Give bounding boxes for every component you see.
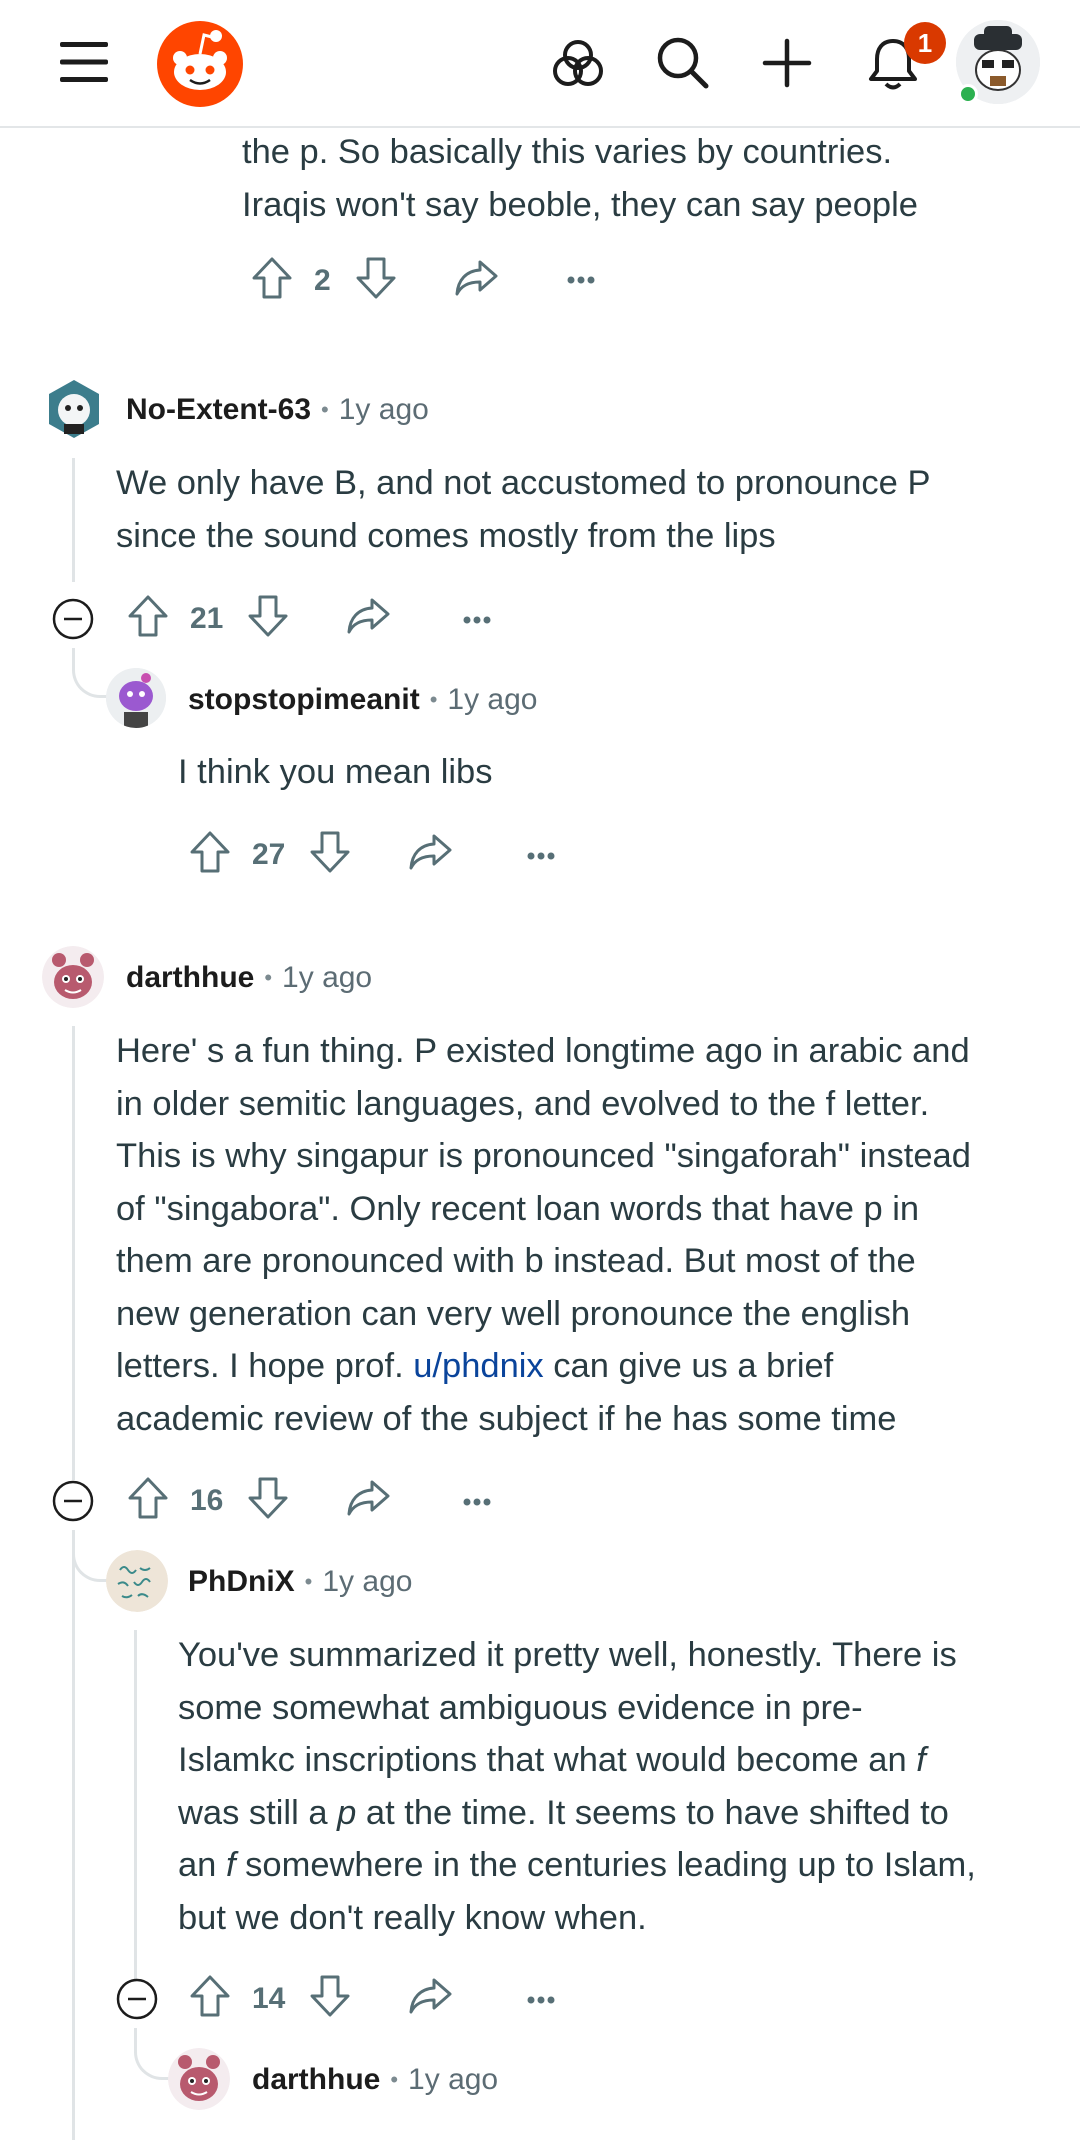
comment-actions: 21: [52, 592, 512, 652]
more-options-icon[interactable]: [462, 1494, 492, 1512]
vote-count: 14: [252, 1982, 286, 2015]
notification-badge: 1: [904, 22, 946, 64]
comment-body: You've summarized it pretty well, honest…: [178, 1636, 976, 1937]
comment-body: We only have B, and not accustomed to pr…: [116, 464, 931, 555]
more-options-icon[interactable]: [462, 612, 492, 630]
vote-count: 21: [190, 602, 224, 635]
avatar[interactable]: [106, 668, 166, 728]
thread-line[interactable]: [72, 1026, 75, 1480]
collapse-thread-icon[interactable]: [52, 1480, 94, 1527]
more-options-icon[interactable]: [566, 272, 596, 290]
explore-icon[interactable]: [552, 38, 604, 90]
share-icon[interactable]: [408, 832, 452, 877]
comment-actions: 16: [52, 1474, 512, 1534]
timestamp: 1y ago: [408, 2063, 499, 2096]
comment-meta: PhDniX • 1y ago: [188, 1562, 412, 1602]
hamburger-menu-icon[interactable]: [58, 40, 110, 84]
separator-dot: •: [304, 1569, 313, 1594]
share-icon[interactable]: [346, 596, 390, 641]
separator-dot: •: [264, 965, 273, 990]
separator-dot: •: [321, 397, 329, 422]
comment-meta: darthhue • 1y ago: [252, 2060, 498, 2100]
comment-body: Here' s a fun thing. P existed longtime …: [116, 1032, 971, 1438]
username[interactable]: PhDniX: [188, 1565, 295, 1599]
comment-meta: stopstopimeanit • 1y ago: [188, 680, 537, 720]
comment-meta: No-Extent-63 • 1y ago: [126, 390, 429, 430]
online-status-indicator: [958, 84, 978, 104]
upvote-arrow-icon[interactable]: [250, 254, 294, 307]
comment-body: the p. So basically this varies by count…: [242, 133, 918, 224]
more-options-icon[interactable]: [526, 1992, 556, 2010]
share-icon[interactable]: [454, 258, 498, 303]
upvote-arrow-icon[interactable]: [188, 1972, 232, 2025]
thread-branch: [72, 1530, 108, 1582]
user-mention-link[interactable]: u/phdnix: [413, 1347, 543, 1385]
plus-icon[interactable]: [762, 38, 812, 88]
upvote-arrow-icon[interactable]: [126, 1474, 170, 1527]
thread-line[interactable]: [72, 1530, 75, 2140]
separator-dot: •: [390, 2067, 399, 2092]
comment-actions: 14: [116, 1972, 576, 2032]
share-icon[interactable]: [408, 1976, 452, 2021]
comment-actions: 2: [250, 254, 610, 314]
collapse-thread-icon[interactable]: [116, 1978, 158, 2025]
search-icon[interactable]: [656, 36, 710, 90]
downvote-arrow-icon[interactable]: [246, 1474, 290, 1527]
share-icon[interactable]: [346, 1478, 390, 1523]
comment-actions: 27: [188, 828, 578, 888]
collapse-thread-icon[interactable]: [52, 598, 94, 645]
vote-count: 27: [252, 838, 286, 871]
upvote-arrow-icon[interactable]: [188, 828, 232, 881]
timestamp: 1y ago: [282, 961, 373, 994]
thread-branch: [134, 2028, 170, 2080]
thread-line[interactable]: [134, 1630, 137, 1980]
thread-line[interactable]: [72, 458, 75, 582]
avatar[interactable]: [42, 946, 104, 1008]
thread-branch: [72, 648, 108, 698]
upvote-arrow-icon[interactable]: [126, 592, 170, 645]
avatar[interactable]: [46, 378, 102, 440]
username[interactable]: darthhue: [126, 961, 254, 995]
comment-body: I think you mean libs: [178, 753, 493, 791]
vote-count: 16: [190, 1484, 224, 1517]
downvote-arrow-icon[interactable]: [308, 1972, 352, 2025]
username[interactable]: darthhue: [252, 2063, 380, 2097]
avatar[interactable]: [106, 1550, 168, 1612]
downvote-arrow-icon[interactable]: [308, 828, 352, 881]
username[interactable]: stopstopimeanit: [188, 683, 420, 717]
comment-meta: darthhue • 1y ago: [126, 958, 372, 998]
vote-count: 2: [314, 264, 331, 297]
downvote-arrow-icon[interactable]: [354, 254, 398, 307]
timestamp: 1y ago: [322, 1565, 413, 1598]
more-options-icon[interactable]: [526, 848, 556, 866]
reddit-logo-icon[interactable]: [156, 20, 244, 108]
timestamp: 1y ago: [338, 393, 429, 426]
top-navigation-bar: 1: [0, 0, 1080, 128]
downvote-arrow-icon[interactable]: [246, 592, 290, 645]
separator-dot: •: [429, 687, 438, 712]
avatar[interactable]: [168, 2048, 230, 2110]
username[interactable]: No-Extent-63: [126, 393, 311, 427]
comment-thread: the p. So basically this varies by count…: [0, 0, 1080, 2140]
timestamp: 1y ago: [447, 683, 538, 716]
